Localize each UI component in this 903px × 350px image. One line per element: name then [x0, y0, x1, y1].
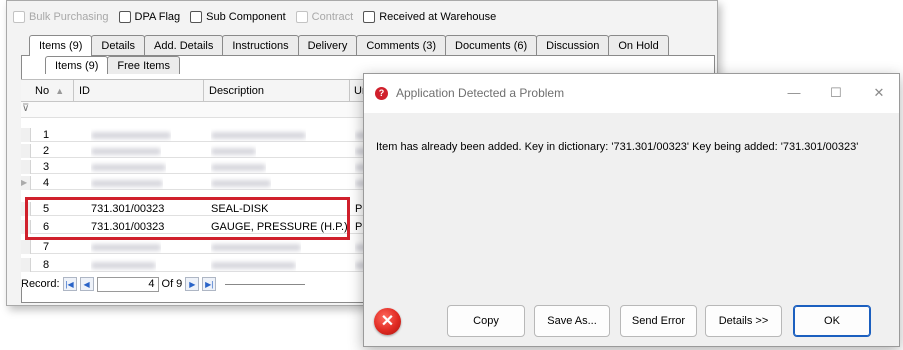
row-selector[interactable]: [21, 144, 31, 158]
items-grid: No ▲ ID Description Ur ⊽ 1 2 3 ▶ 4 5 731…: [21, 79, 371, 287]
tab-instructions[interactable]: Instructions: [222, 35, 299, 55]
flag-checkboxes: Bulk Purchasing DPA Flag Sub Component C…: [13, 9, 496, 25]
tab-delivery[interactable]: Delivery: [297, 35, 358, 55]
checkbox: [13, 11, 25, 23]
cell-no: 3: [43, 161, 50, 173]
error-icon: ✕: [374, 308, 401, 335]
cell-description: [211, 176, 271, 190]
row-selector[interactable]: [21, 160, 31, 174]
column-divider: [203, 80, 204, 102]
save-as-button[interactable]: Save As...: [534, 305, 610, 337]
checkbox: [295, 11, 308, 23]
last-record-icon[interactable]: ▶|: [202, 277, 217, 291]
of-label: Of: [161, 278, 174, 290]
column-header-no[interactable]: No ▲: [35, 80, 64, 102]
flag-label: Contract: [311, 11, 354, 23]
flag-label: Bulk Purchasing: [29, 11, 109, 23]
cell-description: [211, 240, 301, 254]
checkbox[interactable]: [363, 11, 376, 23]
cell-no: 4: [43, 177, 50, 189]
cell-no: 2: [43, 145, 50, 157]
minimize-icon[interactable]: —: [782, 84, 806, 102]
cell-id: [91, 160, 166, 174]
cell-no: 8: [43, 259, 50, 271]
send-error-button[interactable]: Send Error: [620, 305, 697, 337]
scroll-track[interactable]: [225, 283, 306, 285]
cell-no: 1: [43, 129, 50, 141]
column-divider: [73, 80, 74, 102]
error-dialog: ? Application Detected a Problem — ☐ ✕ I…: [363, 73, 900, 347]
checkbox[interactable]: [118, 11, 131, 23]
main-tabs: Items (9) Details Add. Details Instructi…: [29, 35, 669, 56]
table-row[interactable]: 3: [21, 160, 371, 174]
subtab-free-items[interactable]: Free Items: [107, 56, 180, 74]
sort-asc-icon: ▲: [55, 86, 65, 96]
current-record-input[interactable]: 4: [96, 276, 159, 292]
copy-button[interactable]: Copy: [447, 305, 525, 337]
table-row[interactable]: ▶ 4: [21, 176, 371, 190]
cell-description: [211, 160, 266, 174]
filter-row[interactable]: ⊽: [21, 102, 371, 118]
record-total: 9: [176, 278, 183, 290]
table-row[interactable]: 1: [21, 128, 371, 142]
record-label: Record:: [21, 278, 60, 290]
next-record-icon[interactable]: ▶: [185, 277, 200, 291]
flag-label: Sub Component: [206, 11, 286, 23]
grid-header-row: No ▲ ID Description Ur: [21, 80, 371, 102]
tab-add-details[interactable]: Add. Details: [144, 35, 224, 55]
first-record-icon[interactable]: |◀: [62, 277, 77, 291]
current-row-indicator[interactable]: ▶: [21, 176, 31, 190]
checkbox[interactable]: [190, 11, 203, 23]
cell-description: [211, 128, 306, 142]
cell-id: [91, 144, 161, 158]
flag-dpa[interactable]: DPA Flag: [118, 11, 181, 23]
tab-comments[interactable]: Comments (3): [356, 35, 447, 55]
table-row[interactable]: 7: [21, 240, 371, 254]
column-header-id[interactable]: ID: [79, 80, 90, 102]
cell-id: [91, 176, 163, 190]
error-message: Item has already been added. Key in dict…: [376, 141, 859, 153]
tab-on-hold[interactable]: On Hold: [608, 35, 669, 55]
cell-description: [211, 144, 256, 158]
table-row[interactable]: 8: [21, 258, 371, 272]
column-header-description[interactable]: Description: [209, 80, 264, 102]
row-selector[interactable]: [21, 128, 31, 142]
duplicate-rows-highlight: [25, 197, 350, 240]
tab-documents[interactable]: Documents (6): [445, 35, 538, 55]
flag-label: DPA Flag: [134, 11, 181, 23]
close-icon[interactable]: ✕: [867, 84, 891, 102]
cell-id: [91, 258, 156, 272]
error-small-icon: ?: [375, 87, 388, 100]
flag-label: Received at Warehouse: [379, 11, 497, 23]
flag-contract: Contract: [295, 11, 354, 23]
tab-details[interactable]: Details: [91, 35, 146, 55]
row-selector[interactable]: [21, 258, 31, 272]
cell-description: [211, 258, 296, 272]
details-button[interactable]: Details >>: [705, 305, 782, 337]
filter-icon[interactable]: ⊽: [22, 102, 29, 116]
maximize-icon[interactable]: ☐: [824, 84, 848, 102]
tab-items[interactable]: Items (9): [29, 35, 93, 56]
prev-record-icon[interactable]: ◀: [79, 277, 94, 291]
column-divider: [349, 80, 350, 102]
record-navigator: Record: |◀ ◀ 4 Of 9 ▶ ▶|: [21, 275, 381, 293]
cell-id: [91, 128, 171, 142]
flag-sub-component[interactable]: Sub Component: [190, 11, 286, 23]
subtab-items[interactable]: Items (9): [45, 56, 109, 74]
cell-no: 7: [43, 241, 50, 253]
flag-received-at-warehouse[interactable]: Received at Warehouse: [363, 11, 496, 23]
tab-discussion[interactable]: Discussion: [536, 35, 610, 55]
flag-bulk-purchasing: Bulk Purchasing: [13, 11, 109, 23]
cell-id: [91, 240, 161, 254]
ok-button[interactable]: OK: [793, 305, 871, 337]
dialog-title: Application Detected a Problem: [396, 86, 565, 100]
row-selector[interactable]: [21, 240, 31, 254]
sub-tabs: Items (9) Free Items: [45, 56, 180, 74]
dialog-titlebar: ? Application Detected a Problem — ☐ ✕: [364, 74, 899, 113]
table-row[interactable]: 2: [21, 144, 371, 158]
